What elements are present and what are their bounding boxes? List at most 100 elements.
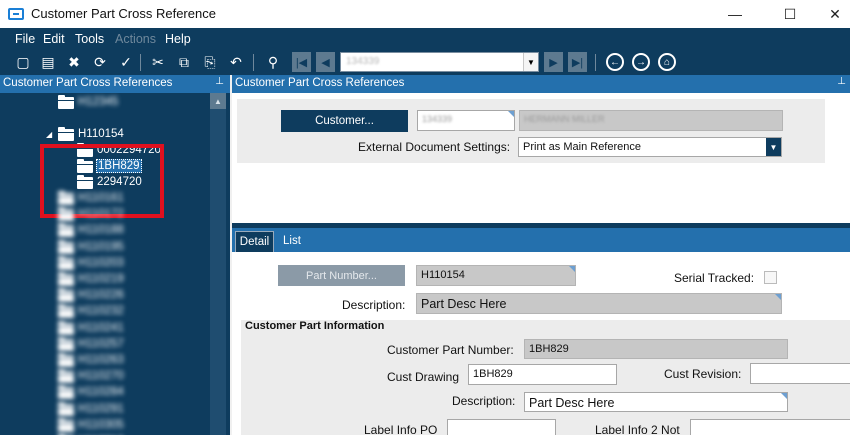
home-icon[interactable]: ⌂ xyxy=(658,53,676,71)
description-label: Description: xyxy=(342,298,406,312)
menu-file[interactable]: File xyxy=(15,32,35,46)
external-doc-label: External Document Settings: xyxy=(358,140,511,154)
refresh-icon[interactable]: ⟳ xyxy=(91,53,109,71)
tree-node[interactable]: H110219 xyxy=(0,272,210,288)
new-icon[interactable]: ▢ xyxy=(14,53,32,71)
folder-icon xyxy=(58,127,74,141)
record-combo-value: 134339 xyxy=(346,56,380,67)
tree-node-label: H110305 xyxy=(78,418,124,431)
menu-tools[interactable]: Tools xyxy=(75,32,104,46)
cust-description-value: Part Desc Here xyxy=(529,396,615,410)
tree-node[interactable]: H110291 xyxy=(0,401,210,418)
previous-record-icon[interactable]: ◀ xyxy=(316,52,335,72)
cut-icon[interactable]: ✂ xyxy=(149,53,167,71)
tab-list[interactable]: List xyxy=(283,235,301,247)
tree-node[interactable]: H110226 xyxy=(0,288,210,304)
tree-node[interactable]: H110161 xyxy=(0,191,210,207)
pin-icon[interactable]: ⊥ xyxy=(837,76,846,87)
folder-icon xyxy=(58,255,74,270)
serial-tracked-checkbox[interactable] xyxy=(764,271,777,284)
customer-panel: Customer Part Cross References ⊥ Custome… xyxy=(232,75,850,223)
customer-part-section: Customer Part Information Customer Part … xyxy=(241,320,850,435)
menu-edit[interactable]: Edit xyxy=(43,32,65,46)
folder-icon xyxy=(58,288,74,303)
tree-node[interactable]: H110284 xyxy=(0,385,210,401)
menu-help[interactable]: Help xyxy=(165,32,191,46)
tree-node-label: H110284 xyxy=(78,386,124,399)
copy-icon[interactable]: ⧉ xyxy=(175,53,193,71)
last-record-icon[interactable]: ▶| xyxy=(568,52,587,72)
tree-node[interactable]: H12345 xyxy=(0,95,210,111)
cust-revision-label: Cust Revision: xyxy=(664,367,742,381)
tree-node[interactable]: H110232 xyxy=(0,304,210,320)
close-button[interactable]: ✕ xyxy=(812,0,850,28)
folder-icon xyxy=(58,385,74,400)
toolbar: ▢ ▤ ✖ ⟳ ✓ ✂ ⧉ ⎘ ↶ ⚲ |◀ ◀ 134339 ▼ ▶ ▶| ←… xyxy=(0,50,850,75)
label-info-2-label: Label Info 2 Not xyxy=(595,423,680,435)
minimize-button[interactable]: — xyxy=(712,0,758,28)
tree-node[interactable]: H110203 xyxy=(0,255,210,272)
pin-icon[interactable]: ⊥ xyxy=(215,76,224,87)
scroll-up-icon[interactable]: ▲ xyxy=(210,93,226,109)
customer-part-number-label: Customer Part Number: xyxy=(387,343,514,357)
part-number-value: H110154 xyxy=(421,269,465,281)
paste-icon[interactable]: ⎘ xyxy=(201,53,219,71)
expand-arrow-icon[interactable]: ◢ xyxy=(46,130,52,139)
save-icon[interactable]: ▤ xyxy=(39,53,57,71)
description-field: Part Desc Here xyxy=(416,293,782,314)
cust-drawing-label: Cust Drawing xyxy=(387,370,460,384)
cust-description-field[interactable]: Part Desc Here xyxy=(524,392,788,412)
tree-node[interactable]: H110188 xyxy=(0,223,210,239)
tree-node-label: H110263 xyxy=(78,354,124,366)
customer-id-value: 134339 xyxy=(422,114,453,124)
customer-button[interactable]: Customer... xyxy=(281,110,408,132)
tree-node[interactable]: H110195 xyxy=(0,239,210,256)
tree-node-label: H110203 xyxy=(78,256,124,269)
menu-actions[interactable]: Actions xyxy=(115,32,156,46)
tree-view[interactable]: H12345 ◢ H110154 0002294720 1BH829 22947… xyxy=(0,93,210,435)
tree-node-label: H110188 xyxy=(78,224,124,237)
cust-revision-field[interactable] xyxy=(750,363,850,384)
part-number-button[interactable]: Part Number... xyxy=(278,265,405,286)
first-record-icon[interactable]: |◀ xyxy=(292,52,311,72)
clear-icon[interactable]: ✓ xyxy=(117,53,135,71)
tab-detail[interactable]: Detail xyxy=(235,231,274,252)
tree-node-label: H12345 xyxy=(78,96,119,108)
tree-scrollbar[interactable]: ▲ xyxy=(210,93,226,435)
tree-node[interactable]: H110270 xyxy=(0,369,210,385)
chevron-down-icon[interactable]: ▼ xyxy=(523,53,538,71)
toolbar-divider xyxy=(595,54,596,71)
tree-panel-title: Customer Part Cross References xyxy=(3,77,173,89)
folder-icon xyxy=(58,353,74,367)
next-record-icon[interactable]: ▶ xyxy=(544,52,563,72)
binoculars-icon[interactable]: ⚲ xyxy=(264,53,282,71)
maximize-button[interactable]: ☐ xyxy=(767,0,813,28)
tree-node[interactable]: H110241 xyxy=(0,320,210,337)
tree-node[interactable]: H110305 xyxy=(0,417,210,434)
menu-bar: File Edit Tools Actions Help xyxy=(0,28,850,50)
cust-drawing-field[interactable]: 1BH829 xyxy=(468,364,617,385)
record-combo[interactable]: 134339 ▼ xyxy=(340,52,539,72)
folder-icon xyxy=(58,272,74,286)
tree-node-label: H110226 xyxy=(78,289,124,302)
tree-node-label: H110172 xyxy=(78,208,124,221)
forward-icon[interactable]: → xyxy=(632,53,650,71)
customer-id-field[interactable]: 134339 xyxy=(417,110,515,131)
tree-node-label: H110219 xyxy=(78,273,124,285)
label-info-po-field[interactable] xyxy=(447,419,556,435)
delete-icon[interactable]: ✖ xyxy=(65,53,83,71)
tree-node-expanded[interactable]: ◢ H110154 xyxy=(0,127,210,143)
customer-panel-header: Customer Part Cross References ⊥ xyxy=(232,75,850,93)
tree-node[interactable]: H110172 xyxy=(0,207,210,223)
customer-form: Customer... 134339 HERMANN MILLER Extern… xyxy=(237,99,825,163)
external-doc-select[interactable]: Print as Main Reference ▼ xyxy=(518,137,782,157)
undo-icon[interactable]: ↶ xyxy=(227,53,245,71)
title-bar: Customer Part Cross Reference — ☐ ✕ xyxy=(0,0,850,28)
cust-drawing-value: 1BH829 xyxy=(473,368,513,380)
chevron-down-icon[interactable]: ▼ xyxy=(766,138,781,156)
tree-node[interactable]: H110257 xyxy=(0,336,210,353)
label-info-2-field[interactable] xyxy=(690,419,850,435)
tree-node-label: H110161 xyxy=(78,192,124,204)
back-icon[interactable]: ← xyxy=(606,53,624,71)
tree-node[interactable]: H110263 xyxy=(0,353,210,369)
